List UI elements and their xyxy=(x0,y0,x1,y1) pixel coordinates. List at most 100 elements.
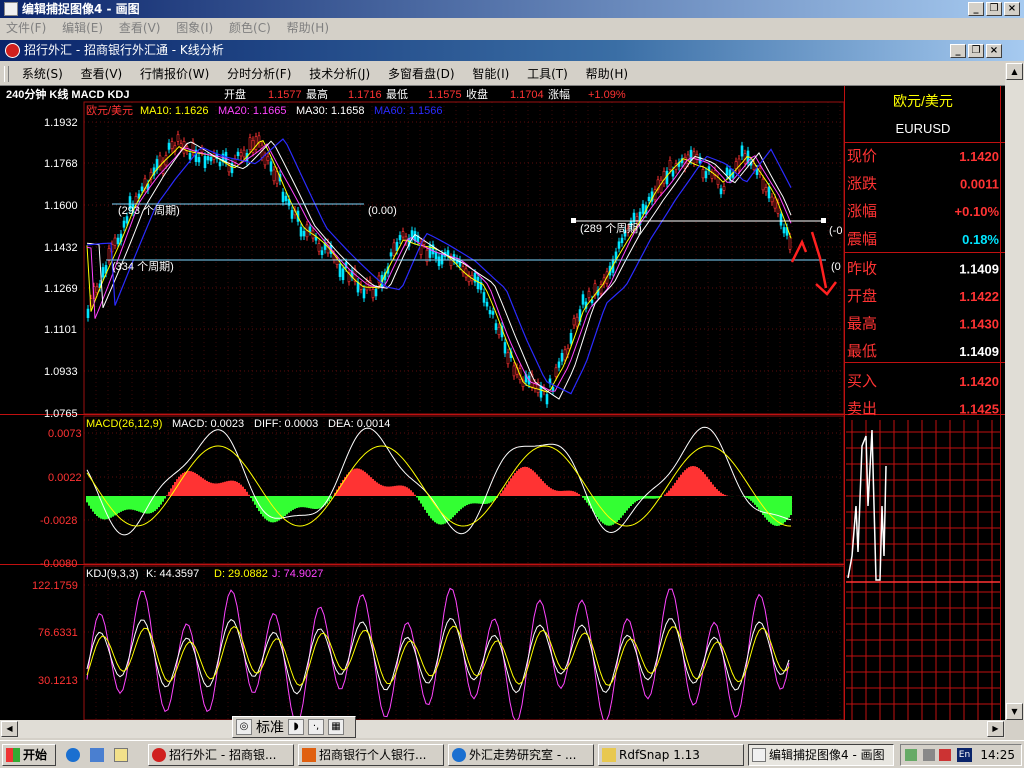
scroll-down-icon[interactable]: ▼ xyxy=(1006,703,1023,720)
app-restore-button[interactable]: ❐ xyxy=(968,44,984,58)
quote-row-value: 1.1420 xyxy=(959,149,999,164)
quote-row-value: 1.1409 xyxy=(959,344,999,359)
language-indicator[interactable]: En xyxy=(957,748,972,762)
candle-body xyxy=(437,256,441,267)
candle-body xyxy=(575,316,579,327)
bank-logo-icon xyxy=(5,43,20,58)
ie-icon[interactable] xyxy=(66,748,80,762)
volume-icon[interactable] xyxy=(923,749,935,761)
ime-keyboard-icon[interactable]: ▦ xyxy=(328,719,344,735)
taskbar-item-personal-bank[interactable]: 招商银行个人银行... xyxy=(298,744,444,766)
macd-value: MACD: 0.0023 xyxy=(172,418,244,430)
candle-body xyxy=(374,288,378,297)
candle-body xyxy=(209,157,213,162)
price-tick: 1.1269 xyxy=(44,283,78,295)
paint-menu-image[interactable]: 图象(I) xyxy=(170,18,219,38)
ime-mode-label[interactable]: 标准 xyxy=(256,717,284,737)
paint-menu-help[interactable]: 帮助(H) xyxy=(281,18,335,38)
close-button[interactable]: × xyxy=(1004,2,1020,16)
candle-body xyxy=(317,243,321,252)
taskbar-item-label: 招行外汇 - 招商银... xyxy=(169,748,277,762)
taskbar-item-forex[interactable]: 招行外汇 - 招商银... xyxy=(148,744,294,766)
network-icon[interactable] xyxy=(905,749,917,761)
candle-body xyxy=(635,216,639,221)
outlook-icon[interactable] xyxy=(90,748,104,762)
ma30-line xyxy=(86,140,792,400)
horizontal-scrollbar[interactable]: ◀ ▶ xyxy=(0,720,1005,738)
kline-chart-area[interactable]: 240分钟 K线 MACD KDJ 开盘 1.1577 最高 1.1716 最低… xyxy=(0,86,1005,720)
minimize-button[interactable]: _ xyxy=(968,2,984,16)
app-title-bar: 招行外汇 - 招商银行外汇通 - K线分析 _ ❐ × xyxy=(0,40,1024,61)
start-button[interactable]: 开始 xyxy=(2,744,56,766)
paint-menu-view[interactable]: 查看(V) xyxy=(113,18,167,38)
candle-body xyxy=(668,160,672,170)
candle-body xyxy=(236,151,240,157)
scroll-left-icon[interactable]: ◀ xyxy=(1,721,18,737)
kdj-tick: 76.6331 xyxy=(38,627,78,639)
candle-body xyxy=(242,149,246,158)
app-minimize-button[interactable]: _ xyxy=(950,44,966,58)
candle-body xyxy=(482,292,486,303)
dea-value: DEA: 0.0014 xyxy=(328,418,390,430)
candle-body xyxy=(272,169,276,182)
ma30-label: MA30: 1.1658 xyxy=(296,105,365,117)
diff-value: DIFF: 0.0003 xyxy=(254,418,318,430)
scroll-up-icon[interactable]: ▲ xyxy=(1006,63,1023,80)
candle-body xyxy=(485,301,489,307)
paint-menu-colors[interactable]: 颜色(C) xyxy=(223,18,277,38)
candle-body xyxy=(203,155,207,168)
candle-body xyxy=(389,252,393,257)
change-value: +1.09% xyxy=(588,89,626,101)
quote-row-value: 1.1420 xyxy=(959,374,999,389)
app-menu-tools[interactable]: 工具(T) xyxy=(520,63,575,85)
app-menu-quotes[interactable]: 行情报价(W) xyxy=(133,63,216,85)
candle-body xyxy=(227,165,231,173)
candle-body xyxy=(401,231,405,238)
scroll-right-icon[interactable]: ▶ xyxy=(987,721,1004,737)
antivirus-icon[interactable] xyxy=(939,749,951,761)
notepad-icon[interactable] xyxy=(114,748,128,762)
high-value: 1.1716 xyxy=(348,89,382,101)
app-menubar: 系统(S) 查看(V) 行情报价(W) 分时分析(F) 技术分析(J) 多窗看盘… xyxy=(0,63,1005,86)
line-handle[interactable] xyxy=(821,218,826,223)
app-menu-multiwindow[interactable]: 多窗看盘(D) xyxy=(381,63,462,85)
candle-body xyxy=(86,308,90,318)
paint-menu-edit[interactable]: 编辑(E) xyxy=(56,18,109,38)
quote-row-value: 0.0011 xyxy=(960,177,999,192)
app-menu-technical[interactable]: 技术分析(J) xyxy=(302,63,377,85)
candle-body xyxy=(395,241,399,251)
candle-body xyxy=(125,216,129,224)
taskbar-item-paint[interactable]: 编辑捕捉图像4 - 画图 xyxy=(748,744,894,766)
app-close-button[interactable]: × xyxy=(986,44,1002,58)
app-menu-intraday[interactable]: 分时分析(F) xyxy=(220,63,298,85)
price-tick: 1.1600 xyxy=(44,200,78,212)
vertical-scrollbar[interactable]: ▲ ▼ xyxy=(1005,63,1024,720)
candle-body xyxy=(299,226,303,237)
app-menu-smart[interactable]: 智能(I) xyxy=(465,63,516,85)
taskbar-item-research[interactable]: 外汇走势研究室 - ... xyxy=(448,744,594,766)
line-handle[interactable] xyxy=(571,218,576,223)
taskbar-item-rdfsnap[interactable]: RdfSnap 1.13 xyxy=(598,744,744,766)
menubar-grip[interactable] xyxy=(4,66,9,82)
quote-row-value: +0.10% xyxy=(955,204,1000,219)
app-menu-view[interactable]: 查看(V) xyxy=(74,63,130,85)
ime-logo-icon[interactable]: ◎ xyxy=(236,719,252,735)
browser-icon xyxy=(452,748,466,762)
ime-halfwidth-icon[interactable]: ◗ xyxy=(288,719,304,735)
restore-button[interactable]: ❐ xyxy=(986,2,1002,16)
candle-body xyxy=(737,158,741,171)
ime-toolbar[interactable]: ◎ 标准 ◗ ·, ▦ xyxy=(232,716,356,738)
candle-body xyxy=(254,136,258,150)
paint-title-bar: 编辑捕捉图像4 - 画图 _ ❐ × xyxy=(0,0,1024,18)
ime-punct-icon[interactable]: ·, xyxy=(308,719,324,735)
candle-body xyxy=(122,220,126,228)
macd-histogram xyxy=(86,426,792,536)
candle-body xyxy=(392,242,396,256)
candle-body xyxy=(557,361,561,368)
paint-menu-file[interactable]: 文件(F) xyxy=(0,18,52,38)
app-menu-help[interactable]: 帮助(H) xyxy=(579,63,635,85)
candle-body xyxy=(488,309,492,315)
paint-icon xyxy=(752,748,766,762)
candle-body xyxy=(266,156,270,161)
app-menu-system[interactable]: 系统(S) xyxy=(15,63,70,85)
